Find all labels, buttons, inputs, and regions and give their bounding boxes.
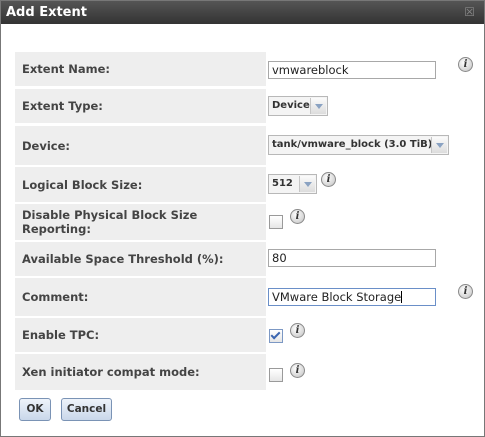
comment-input[interactable]: VMware Block Storage [268,288,436,306]
info-icon[interactable]: i [290,363,305,378]
close-icon[interactable]: ☒ [464,5,475,19]
dialog-titlebar: Add Extent ☒ [1,1,484,24]
device-value: tank/vmware_block (3.0 TiB) [272,139,433,150]
avail-threshold-input[interactable]: 80 [268,249,436,267]
enable-tpc-checkbox[interactable] [269,329,283,343]
extent-name-input[interactable]: vmwareblock [268,61,436,79]
extent-name-label: Extent Name: [15,52,266,86]
cancel-button[interactable]: Cancel [61,398,112,421]
info-icon[interactable]: i [290,209,305,224]
disable-pbs-checkbox[interactable] [269,215,283,229]
info-icon[interactable]: i [458,284,473,299]
text-caret [401,291,403,303]
extent-type-select[interactable]: Device [268,96,328,116]
info-icon[interactable]: i [290,323,305,338]
extent-type-value: Device [272,100,310,111]
info-icon[interactable]: i [458,57,473,72]
extent-type-label: Extent Type: [15,89,266,123]
ok-button[interactable]: OK [19,398,51,421]
chevron-down-icon [431,137,447,153]
xen-compat-checkbox[interactable] [269,368,283,382]
device-label: Device: [15,126,266,165]
disable-pbs-label: Disable Physical Block Size Reporting: [15,204,266,240]
dialog-title: Add Extent [6,5,87,20]
device-select[interactable]: tank/vmware_block (3.0 TiB) [268,135,449,155]
checkmark-icon [270,329,281,340]
avail-threshold-label: Available Space Threshold (%): [15,242,266,276]
enable-tpc-label: Enable TPC: [15,318,266,352]
xen-compat-label: Xen initiator compat mode: [15,354,266,390]
comment-label: Comment: [15,278,266,316]
chevron-down-icon [299,176,315,192]
logical-block-size-select[interactable]: 512 [268,174,317,194]
comment-value: VMware Block Storage [272,290,402,304]
chevron-down-icon [310,98,326,114]
logical-block-size-label: Logical Block Size: [15,167,266,202]
logical-block-size-value: 512 [272,178,293,189]
info-icon[interactable]: i [321,172,336,187]
add-extent-dialog: Add Extent ☒ Extent Name: vmwareblock i … [0,0,485,437]
